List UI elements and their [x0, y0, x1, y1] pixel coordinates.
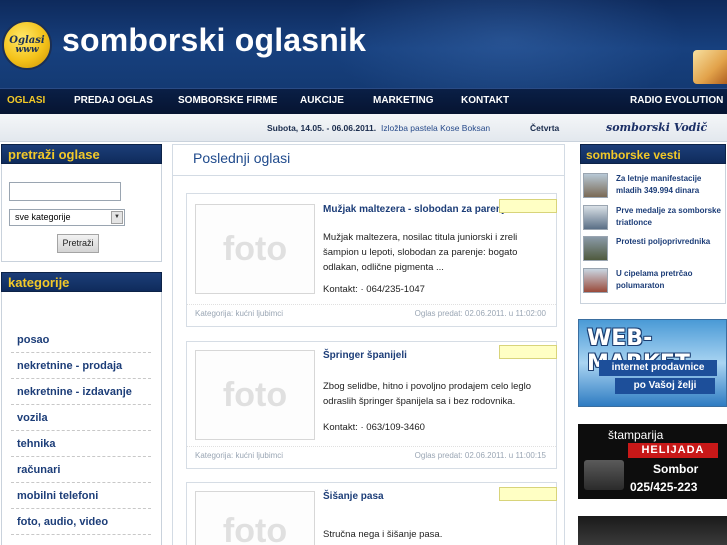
news-headline[interactable]: Protesti poljoprivrednika	[616, 236, 726, 248]
helijada-line2: HELIJADA	[628, 443, 718, 458]
printing-press-icon	[584, 460, 624, 490]
news-box-title: somborske vesti	[580, 144, 726, 164]
ad-contact: Kontakt: · 064/235-1047	[323, 284, 425, 295]
news-headline[interactable]: U cipelama pretrčao polumaraton	[616, 268, 726, 292]
ad-category: Kategorija: kućni ljubimci	[195, 451, 284, 460]
nav-item-kontakt[interactable]: KONTAKT	[461, 95, 509, 106]
web-market-banner[interactable]: WEB-MARKET internet prodavnice po Vašoj …	[578, 319, 727, 407]
ad-contact: Kontakt: · 063/109-3460	[323, 422, 425, 433]
event-link[interactable]: Izložba pastela Kose Boksan	[381, 123, 490, 133]
ad-description: Stručna nega i šišanje pasa.	[323, 529, 443, 540]
ad-photo-placeholder[interactable]: foto	[195, 350, 315, 440]
photo-placeholder-text: foto	[222, 375, 288, 414]
news-thumbnail[interactable]	[583, 236, 608, 261]
category-item-vozila[interactable]: vozila	[11, 405, 151, 431]
ad-title[interactable]: Mužjak maltezera - slobodan za parenje	[323, 204, 510, 215]
web-market-line1: internet prodavnice	[599, 360, 717, 376]
ad-highlight-tag	[499, 199, 557, 213]
news-headline[interactable]: Za letnje manifestacije mladih 349.994 d…	[616, 173, 726, 197]
category-item-nekretnine-prodaja[interactable]: nekretnine - prodaja	[11, 353, 151, 379]
nav-item-aukcije[interactable]: AUKCIJE	[300, 95, 344, 106]
category-item-racunari[interactable]: računari	[11, 457, 151, 483]
chevron-down-icon[interactable]: ▼	[111, 211, 123, 224]
helijada-banner[interactable]: štamparija HELIJADA Sombor 025/425-223	[578, 424, 727, 499]
nav-item-oglasi[interactable]: OGLASI	[7, 95, 45, 106]
ad-highlight-tag	[499, 487, 557, 501]
nav-item-radio-evolution[interactable]: RADIO EVOLUTION	[630, 95, 723, 106]
ad-title[interactable]: Špringer španijeli	[323, 350, 407, 361]
nav-item-predaj-oglas[interactable]: PREDAJ OGLAS	[74, 95, 153, 106]
news-headline[interactable]: Prve medalje za somborske triatlonce	[616, 205, 726, 229]
category-item-foto-audio-video[interactable]: foto, audio, video	[11, 509, 151, 535]
photo-placeholder-text: foto	[222, 229, 288, 268]
category-item-posao[interactable]: posao	[11, 327, 151, 353]
web-market-line2: po Vašoj želji	[615, 378, 715, 394]
helijada-line4: 025/425-223	[630, 480, 698, 494]
category-select[interactable]: sve kategorije ▼	[9, 209, 125, 226]
event-date: Subota, 14.05. - 06.06.2011.	[267, 123, 377, 133]
main-nav: OGLASI PREDAJ OGLAS SOMBORSKE FIRME AUKC…	[0, 88, 727, 114]
category-item-nekretnine-izdavanje[interactable]: nekretnine - izdavanje	[11, 379, 151, 405]
helijada-line3: Sombor	[653, 462, 699, 476]
ad-footer: Kategorija: kućni ljubimci Oglas predat:…	[187, 304, 556, 322]
category-select-value: sve kategorije	[15, 212, 71, 222]
day-label: Četvrta	[530, 123, 560, 133]
ad-card: foto Mužjak maltezera - slobodan za pare…	[186, 193, 557, 327]
ad-card: foto Šišanje pasa Stručna nega i šišanje…	[186, 482, 557, 545]
ad-description: Zbog selidbe, hitno i povoljno prodajem …	[323, 381, 532, 407]
news-thumbnail[interactable]	[583, 173, 608, 198]
search-box-title: pretraži oglase	[1, 144, 162, 164]
header-decoration-icon	[693, 50, 727, 84]
partial-banner[interactable]	[578, 516, 727, 545]
ad-title[interactable]: Šišanje pasa	[323, 491, 384, 502]
search-button[interactable]: Pretraži	[57, 234, 99, 253]
ad-card: foto Špringer španijeli Zbog selidbe, hi…	[186, 341, 557, 469]
logo-text-bottom: www	[15, 44, 39, 55]
category-item-mobilni-telefoni[interactable]: mobilni telefoni	[11, 483, 151, 509]
site-header: Oglasi www somborski oglasnik	[0, 0, 727, 88]
categories-title: kategorije	[1, 272, 162, 292]
ad-photo-placeholder[interactable]: foto	[195, 204, 315, 294]
logo-text-top: Oglasi	[9, 34, 45, 46]
site-title[interactable]: somborski oglasnik	[62, 22, 366, 59]
info-bar: Subota, 14.05. - 06.06.2011. Izložba pas…	[0, 114, 727, 142]
search-input[interactable]	[9, 182, 121, 201]
ad-footer: Kategorija: kućni ljubimci Oglas predat:…	[187, 446, 556, 464]
ad-date: Oglas predat: 02.06.2011. u 11:00:15	[414, 451, 546, 460]
nav-item-marketing[interactable]: MARKETING	[373, 95, 434, 106]
ad-description: Mužjak maltezera, nosilac titula juniors…	[323, 232, 518, 273]
vodic-logo[interactable]: somborski Vodič	[606, 121, 707, 134]
ad-photo-placeholder[interactable]: foto	[195, 491, 315, 545]
site-logo[interactable]: Oglasi www	[2, 20, 52, 70]
photo-placeholder-text: foto	[222, 512, 288, 545]
page-title: Poslednji oglasi	[193, 150, 291, 166]
helijada-line1: štamparija	[608, 428, 664, 442]
nav-item-somborske-firme[interactable]: SOMBORSKE FIRME	[178, 95, 277, 106]
ad-category: Kategorija: kućni ljubimci	[195, 309, 284, 318]
ad-date: Oglas predat: 02.06.2011. u 11:02:00	[414, 309, 546, 318]
news-thumbnail[interactable]	[583, 205, 608, 230]
header-glow	[327, 0, 687, 88]
title-divider	[172, 175, 565, 176]
category-item-tehnika[interactable]: tehnika	[11, 431, 151, 457]
ad-highlight-tag	[499, 345, 557, 359]
news-thumbnail[interactable]	[583, 268, 608, 293]
